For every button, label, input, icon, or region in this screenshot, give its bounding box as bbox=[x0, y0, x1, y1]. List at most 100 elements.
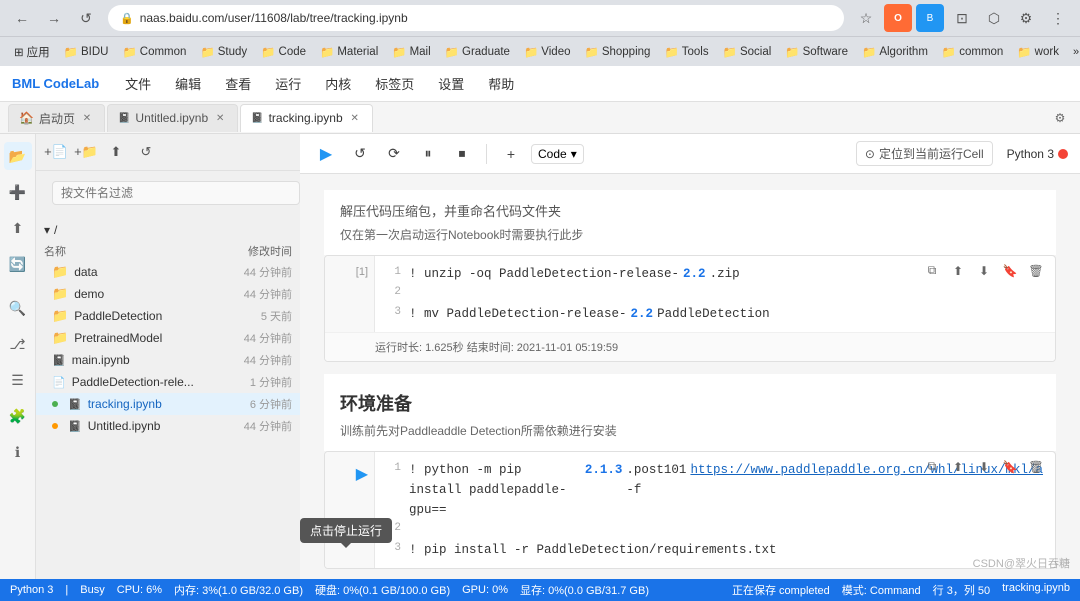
code-cell-2[interactable]: ▶ 1 ! python -m pip install paddlepaddle… bbox=[324, 451, 1056, 569]
run-button[interactable]: ▶ bbox=[312, 140, 340, 168]
star-button[interactable]: ☆ bbox=[852, 4, 880, 32]
pause-button[interactable]: ⏸ bbox=[414, 140, 442, 168]
chevron-icon: ▾ bbox=[44, 223, 50, 237]
nav-forward-button[interactable]: → bbox=[40, 4, 68, 32]
folder-icon: 📁 bbox=[664, 45, 678, 59]
bookmark-btn-2[interactable]: 🔖 bbox=[999, 456, 1021, 478]
tree-item-release[interactable]: 📄 PaddleDetection-rele... 1 分钟前 bbox=[36, 371, 300, 393]
delete-btn-2[interactable]: 🗑 bbox=[1025, 456, 1047, 478]
bookmark-apps[interactable]: ⊞ 应用 bbox=[8, 42, 56, 62]
sidebar-icon-ext[interactable]: 🧩 bbox=[4, 402, 32, 430]
code-cell-1[interactable]: [1] 1 ! unzip -oq PaddleDetection-releas… bbox=[324, 255, 1056, 362]
menu-settings[interactable]: 设置 bbox=[428, 70, 474, 97]
add-above-btn-2[interactable]: ⬆ bbox=[947, 456, 969, 478]
close-icon[interactable]: ✕ bbox=[213, 111, 227, 125]
new-file-btn[interactable]: +📄 bbox=[44, 140, 68, 164]
item-time: 44 分钟前 bbox=[244, 264, 292, 280]
menu-tabs[interactable]: 标签页 bbox=[365, 70, 424, 97]
tree-item-tracking[interactable]: 📓 tracking.ipynb 6 分钟前 bbox=[36, 393, 300, 415]
run-cell-btn[interactable]: ▶ bbox=[331, 460, 368, 484]
cell-type-select[interactable]: Code ▾ bbox=[531, 144, 584, 164]
refresh-btn[interactable]: ↺ bbox=[134, 140, 158, 164]
tree-item-data[interactable]: 📁 data 44 分钟前 bbox=[36, 261, 300, 283]
bookmark-mail[interactable]: 📁 Mail bbox=[386, 43, 436, 61]
extension-btn-1[interactable]: O bbox=[884, 4, 912, 32]
restart-button[interactable]: ↺ bbox=[346, 140, 374, 168]
menu-view[interactable]: 查看 bbox=[215, 70, 261, 97]
tab-launcher[interactable]: 🏠 启动页 ✕ bbox=[8, 104, 105, 132]
bookmark-bidu[interactable]: 📁 BIDU bbox=[58, 43, 115, 61]
stop-button[interactable]: ⏹ bbox=[448, 140, 476, 168]
address-bar[interactable]: 🔒 naas.baidu.com/user/11608/lab/tree/tra… bbox=[108, 5, 844, 31]
tree-item-untitled[interactable]: 📓 Untitled.ipynb 44 分钟前 bbox=[36, 415, 300, 437]
status-cpu: CPU: 6% bbox=[117, 584, 162, 596]
nav-back-button[interactable]: ← bbox=[8, 4, 36, 32]
folder-icon: 📁 bbox=[942, 45, 956, 59]
sidebar: 📂 ➕ ⬆ 🔄 🔍 ⎇ ☰ 🧩 ℹ +📄 +📁 ⬆ ↺ bbox=[0, 134, 300, 579]
bookmark-social[interactable]: 📁 Social bbox=[717, 43, 778, 61]
bookmark-tools[interactable]: 📁 Tools bbox=[658, 43, 714, 61]
tree-item-main[interactable]: 📓 main.ipynb 44 分钟前 bbox=[36, 349, 300, 371]
bookmark-btn[interactable]: 🔖 bbox=[999, 260, 1021, 282]
bookmark-label: Software bbox=[803, 46, 848, 58]
close-icon[interactable]: ✕ bbox=[80, 111, 94, 125]
extension-btn-2[interactable]: B bbox=[916, 4, 944, 32]
extension-btn-4[interactable]: ⬡ bbox=[980, 4, 1008, 32]
menu-run[interactable]: 运行 bbox=[265, 70, 311, 97]
bookmark-label: Study bbox=[218, 46, 247, 58]
copy-btn-2[interactable]: ⧉ bbox=[921, 456, 943, 478]
bookmark-code[interactable]: 📁 Code bbox=[255, 43, 312, 61]
sidebar-icon-table[interactable]: ☰ bbox=[4, 366, 32, 394]
bookmark-material[interactable]: 📁 Material bbox=[314, 43, 384, 61]
tree-root: ▾ / bbox=[36, 219, 300, 241]
extension-btn-3[interactable]: ⊡ bbox=[948, 4, 976, 32]
status-busy: | bbox=[65, 584, 68, 596]
extension-btn-5[interactable]: ⚙ bbox=[1012, 4, 1040, 32]
notebook-icon: 📓 bbox=[118, 113, 130, 124]
tree-item-pretrained[interactable]: 📁 PretrainedModel 44 分钟前 bbox=[36, 327, 300, 349]
sidebar-icon-files[interactable]: 📂 bbox=[4, 142, 32, 170]
bookmark-common[interactable]: 📁 Common bbox=[116, 43, 192, 61]
menu-edit[interactable]: 编辑 bbox=[165, 70, 211, 97]
menu-help[interactable]: 帮助 bbox=[478, 70, 524, 97]
bookmark-common2[interactable]: 📁 common bbox=[936, 43, 1009, 61]
menu-file[interactable]: 文件 bbox=[115, 70, 161, 97]
locate-cell-button[interactable]: ⊙ 定位到当前运行Cell bbox=[856, 141, 993, 166]
tab-untitled[interactable]: 📓 Untitled.ipynb ✕ bbox=[107, 104, 238, 132]
add-above-btn[interactable]: ⬆ bbox=[947, 260, 969, 282]
bookmark-shopping[interactable]: 📁 Shopping bbox=[579, 43, 657, 61]
tree-item-paddle-detection[interactable]: 📁 PaddleDetection 5 天前 bbox=[36, 305, 300, 327]
item-time: 1 分钟前 bbox=[250, 374, 292, 390]
bookmark-software[interactable]: 📁 Software bbox=[779, 43, 854, 61]
sidebar-icon-upload[interactable]: ⬆ bbox=[4, 214, 32, 242]
sidebar-icon-refresh[interactable]: 🔄 bbox=[4, 250, 32, 278]
browser-bar: ← → ↺ 🔒 naas.baidu.com/user/11608/lab/tr… bbox=[0, 0, 1080, 36]
sidebar-icon-new[interactable]: ➕ bbox=[4, 178, 32, 206]
sidebar-icon-info[interactable]: ℹ bbox=[4, 438, 32, 466]
new-folder-btn[interactable]: +📁 bbox=[74, 140, 98, 164]
tab-tracking[interactable]: 📓 tracking.ipynb ✕ bbox=[240, 104, 373, 132]
sidebar-icon-search[interactable]: 🔍 bbox=[4, 294, 32, 322]
refresh-button[interactable]: ⟳ bbox=[380, 140, 408, 168]
add-cell-button[interactable]: + bbox=[497, 140, 525, 168]
search-input[interactable] bbox=[52, 181, 300, 205]
bookmark-study[interactable]: 📁 Study bbox=[194, 43, 253, 61]
add-below-btn-2[interactable]: ⬇ bbox=[973, 456, 995, 478]
bookmark-work[interactable]: 📁 work bbox=[1011, 43, 1065, 61]
upload-btn[interactable]: ⬆ bbox=[104, 140, 128, 164]
delete-btn[interactable]: 🗑 bbox=[1025, 260, 1047, 282]
bookmark-algorithm[interactable]: 📁 Algorithm bbox=[856, 43, 934, 61]
nav-refresh-button[interactable]: ↺ bbox=[72, 4, 100, 32]
tree-item-demo[interactable]: 📁 demo 44 分钟前 bbox=[36, 283, 300, 305]
menu-button[interactable]: ⋮ bbox=[1044, 4, 1072, 32]
sidebar-icon-git[interactable]: ⎇ bbox=[4, 330, 32, 358]
copy-btn[interactable]: ⧉ bbox=[921, 260, 943, 282]
menu-kernel[interactable]: 内核 bbox=[315, 70, 361, 97]
settings-panel-btn[interactable]: ⚙ bbox=[1048, 106, 1072, 130]
add-below-btn[interactable]: ⬇ bbox=[973, 260, 995, 282]
close-icon[interactable]: ✕ bbox=[348, 111, 362, 125]
bookmark-graduate[interactable]: 📁 Graduate bbox=[439, 43, 516, 61]
bookmark-video[interactable]: 📁 Video bbox=[518, 43, 577, 61]
bookmark-more[interactable]: » bbox=[1067, 44, 1080, 60]
status-disk: 硬盘: 0%(0.1 GB/100.0 GB) bbox=[315, 582, 450, 598]
